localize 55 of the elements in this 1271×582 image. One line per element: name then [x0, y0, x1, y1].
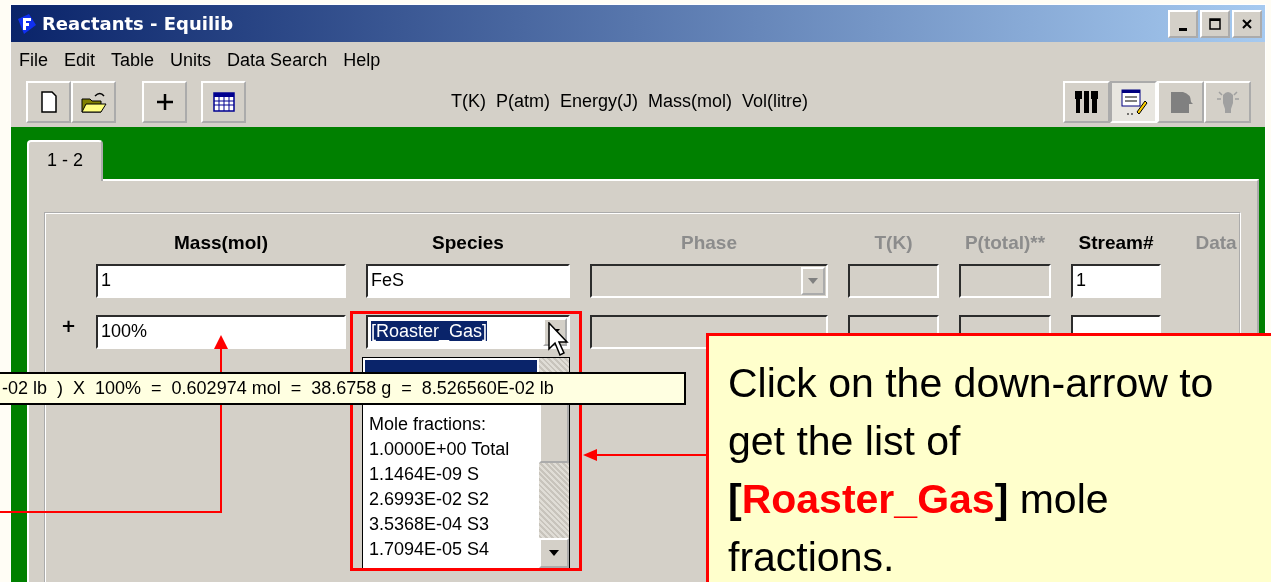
open-folder-icon [80, 90, 107, 113]
column-header: P(total)** [963, 232, 1047, 254]
table-button[interactable] [201, 80, 246, 123]
column-header: Phase [680, 232, 738, 254]
close-icon [1241, 17, 1253, 30]
list-item[interactable]: 1.7094E-05 S4 [363, 537, 539, 562]
callout-text: Click on the down-arrow to get the list of [Roaster_Gas] mole fractions. [728, 359, 1215, 582]
plus-marker: + [60, 315, 76, 336]
maximize-button[interactable] [1200, 9, 1230, 38]
list-item[interactable]: 2.6993E-02 S2 [363, 487, 539, 512]
list-item[interactable]: 1.1464E-09 S [363, 462, 539, 487]
pressure-field[interactable] [959, 264, 1051, 298]
list-item[interactable]: 1.0000E+00 Total [363, 437, 539, 462]
plus-icon [154, 91, 175, 112]
toolbar-button[interactable] [1110, 80, 1157, 123]
species-dropdown[interactable]: [Roaster_Gas] [366, 315, 570, 349]
lightbulb-icon [1214, 88, 1241, 115]
new-file-button[interactable] [26, 80, 71, 123]
window-title: Reactants - Equilib [42, 13, 234, 34]
menu-item[interactable]: Units [170, 50, 212, 74]
column-header: Stream# [1077, 232, 1155, 254]
units-label: T(K) P(atm) Energy(J) Mass(mol) Vol(litre) [451, 91, 809, 112]
table-icon [212, 91, 235, 112]
menu-item[interactable]: Data Search [227, 50, 328, 74]
mass-field[interactable]: 100% [96, 315, 346, 349]
menu-item[interactable]: Table [111, 50, 155, 74]
minimize-button[interactable] [1168, 9, 1198, 38]
menu-item[interactable]: File [19, 50, 48, 74]
list-item[interactable]: Mole fractions: [363, 412, 539, 437]
tooltip: -02 lb ) X 100% = 0.602974 mol = 38.6758 g = 8.526560E-02 lb [0, 372, 686, 405]
menu-item[interactable]: Edit [64, 50, 96, 74]
add-button[interactable] [142, 80, 187, 123]
down-arrow-icon [549, 550, 559, 556]
app-logo-icon [15, 12, 37, 35]
column-header: Mass(mol) [173, 232, 269, 254]
column-header: Data [1194, 232, 1238, 254]
table-edit-icon [1119, 87, 1148, 116]
tab[interactable]: 1 - 2 [27, 140, 104, 181]
maximize-icon [1209, 17, 1221, 30]
close-button[interactable] [1232, 9, 1262, 38]
dropdown-arrow-icon [808, 278, 818, 284]
mass-field[interactable]: 1 [96, 264, 346, 298]
list-item[interactable]: 3.5368E-04 S3 [363, 512, 539, 537]
menu-item[interactable]: Help [343, 50, 381, 74]
temperature-field[interactable] [848, 264, 939, 298]
scroll-down-button[interactable] [539, 538, 569, 568]
toolbar-button[interactable] [1063, 80, 1110, 123]
open-button[interactable] [71, 80, 116, 123]
stream-field[interactable]: 1 [1071, 264, 1161, 298]
phase-dropdown[interactable] [590, 264, 828, 298]
species-field[interactable]: FeS [366, 264, 570, 298]
column-header: T(K) [873, 232, 914, 254]
column-header: Species [431, 232, 505, 254]
blank-page-icon [39, 90, 58, 113]
minimize-icon [1179, 27, 1187, 31]
